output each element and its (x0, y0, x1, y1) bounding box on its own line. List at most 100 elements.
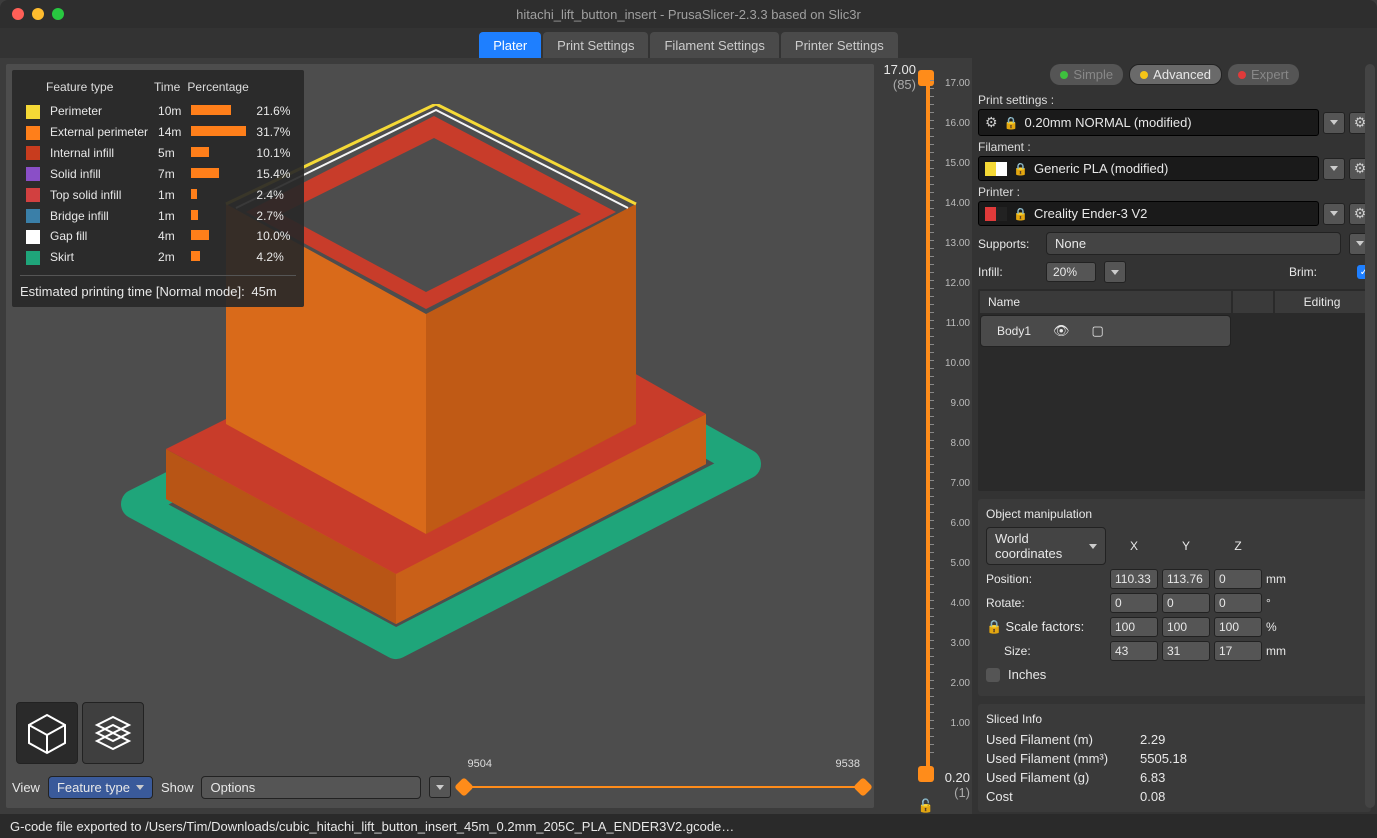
sliced-info-value: 2.29 (1140, 732, 1363, 747)
legend-row: Solid infill7m15.4% (22, 164, 294, 183)
infill-label: Infill: (978, 265, 1038, 279)
infill-input[interactable] (1046, 262, 1096, 282)
horizontal-layer-slider[interactable]: 9504 9538 (459, 772, 868, 802)
view-mode-layers-button[interactable] (82, 702, 144, 764)
coord-system-select[interactable]: World coordinates (986, 527, 1106, 565)
printer-preset-dropdown[interactable] (1323, 203, 1345, 225)
ruler-top-layer: (85) (876, 77, 916, 92)
legend-row: Skirt2m4.2% (22, 248, 294, 267)
print-preset-select[interactable]: ⚙🔒0.20mm NORMAL (modified) (978, 109, 1319, 136)
object-row-body1[interactable]: Body1 👁 ▢ (980, 315, 1231, 347)
legend-row: Bridge infill1m2.7% (22, 206, 294, 225)
position-x-input[interactable] (1110, 569, 1158, 589)
ruler-tick: 5.00 (951, 558, 970, 569)
infill-dropdown[interactable] (1104, 261, 1126, 283)
size-z-input[interactable] (1214, 641, 1262, 661)
filament-color-icon (985, 162, 1007, 176)
obj-header-name: Name (980, 291, 1231, 313)
view-mode-3d-button[interactable] (16, 702, 78, 764)
inches-checkbox[interactable] (986, 668, 1000, 682)
hslider-right-value: 9538 (836, 758, 860, 770)
mode-expert[interactable]: Expert (1228, 64, 1299, 85)
sliced-info-value: 5505.18 (1140, 751, 1363, 766)
3d-viewport[interactable]: Feature type Time Percentage Perimeter10… (6, 64, 874, 808)
mode-advanced[interactable]: Advanced (1129, 64, 1222, 85)
tab-print-settings[interactable]: Print Settings (543, 32, 648, 58)
axis-y-label: Y (1162, 539, 1210, 553)
rotate-label: Rotate: (986, 596, 1106, 610)
status-text: G-code file exported to /Users/Tim/Downl… (10, 819, 734, 834)
sidepanel-scrollbar[interactable] (1365, 64, 1375, 808)
ruler-tick: 14.00 (945, 198, 970, 209)
status-bar: G-code file exported to /Users/Tim/Downl… (0, 814, 1377, 838)
ruler-bottom-thumb[interactable] (918, 766, 934, 782)
axis-z-label: Z (1214, 539, 1262, 553)
obj-header-editing: Editing (1275, 291, 1369, 313)
legend-header-percentage: Percentage (187, 80, 294, 100)
feature-legend: Feature type Time Percentage Perimeter10… (12, 70, 304, 307)
filament-preset-select[interactable]: 🔒Generic PLA (modified) (978, 156, 1319, 181)
ruler-tick: 4.00 (951, 598, 970, 609)
legend-row: Perimeter10m21.6% (22, 102, 294, 121)
printer-preset-select[interactable]: 🔒Creality Ender-3 V2 (978, 201, 1319, 226)
inches-label: Inches (1008, 667, 1046, 682)
hslider-left-value: 9504 (467, 758, 491, 770)
ruler-top-value: 17.00 (876, 62, 916, 77)
legend-row: Top solid infill1m2.4% (22, 185, 294, 204)
sliced-info-panel: Sliced Info Used Filament (m)2.29Used Fi… (978, 704, 1371, 812)
print-preset-dropdown[interactable] (1323, 112, 1345, 134)
legend-row: Internal infill5m10.1% (22, 144, 294, 163)
rotate-z-input[interactable] (1214, 593, 1262, 613)
ruler-tick: 16.00 (945, 118, 970, 129)
ruler-tick: 9.00 (951, 398, 970, 409)
object-manipulation-panel: Object manipulation World coordinates X … (978, 499, 1371, 696)
tab-filament-settings[interactable]: Filament Settings (650, 32, 778, 58)
position-label: Position: (986, 572, 1106, 586)
tab-plater[interactable]: Plater (479, 32, 541, 58)
object-list: Name Editing Body1 👁 ▢ (978, 289, 1371, 491)
position-z-input[interactable] (1214, 569, 1262, 589)
supports-select[interactable]: None (1046, 232, 1341, 255)
eye-icon[interactable]: 👁 (1053, 323, 1070, 338)
gear-icon: ⚙ (985, 114, 998, 131)
legend-row: External perimeter14m31.7% (22, 123, 294, 142)
ruler-tick: 15.00 (945, 158, 970, 169)
scale-x-input[interactable] (1110, 617, 1158, 637)
side-panel: Simple Advanced Expert Print settings : … (972, 58, 1377, 814)
axis-x-label: X (1110, 539, 1158, 553)
scale-z-input[interactable] (1214, 617, 1262, 637)
ruler-tick: 7.00 (951, 478, 970, 489)
est-time-label: Estimated printing time [Normal mode]: (20, 284, 245, 299)
edit-icon[interactable]: ▢ (1092, 323, 1104, 338)
ruler-tick: 11.00 (946, 318, 970, 329)
size-x-input[interactable] (1110, 641, 1158, 661)
scale-y-input[interactable] (1162, 617, 1210, 637)
scale-lock-icon[interactable]: 🔒 (986, 619, 1002, 634)
lock-icon: 🔒 (1004, 116, 1019, 130)
lock-icon[interactable]: 🔓 (918, 798, 934, 814)
view-label: View (12, 780, 40, 795)
vertical-layer-slider[interactable]: 17.00 (85) 17.0016.0015.0014.0013.0012.0… (882, 64, 970, 808)
view-type-select[interactable]: Feature type (48, 776, 153, 799)
manip-title: Object manipulation (986, 507, 1363, 521)
show-options-select[interactable]: Options (201, 776, 421, 799)
size-label: Size: (986, 644, 1106, 658)
mode-simple[interactable]: Simple (1050, 64, 1123, 85)
size-y-input[interactable] (1162, 641, 1210, 661)
show-options-dropdown[interactable] (429, 776, 451, 798)
window-title: hitachi_lift_button_insert - PrusaSlicer… (0, 7, 1377, 22)
tab-printer-settings[interactable]: Printer Settings (781, 32, 898, 58)
ruler-bottom-value: 0.20 (945, 770, 970, 785)
print-settings-label: Print settings : (978, 93, 1371, 107)
filament-preset-dropdown[interactable] (1323, 158, 1345, 180)
sliced-info-title: Sliced Info (986, 712, 1363, 726)
position-y-input[interactable] (1162, 569, 1210, 589)
ruler-top-thumb[interactable] (918, 70, 934, 86)
sliced-info-label: Cost (986, 789, 1136, 804)
legend-row: Gap fill4m10.0% (22, 227, 294, 246)
sliced-info-value: 6.83 (1140, 770, 1363, 785)
supports-label: Supports: (978, 237, 1038, 251)
rotate-y-input[interactable] (1162, 593, 1210, 613)
ruler-tick: 13.00 (945, 238, 970, 249)
rotate-x-input[interactable] (1110, 593, 1158, 613)
